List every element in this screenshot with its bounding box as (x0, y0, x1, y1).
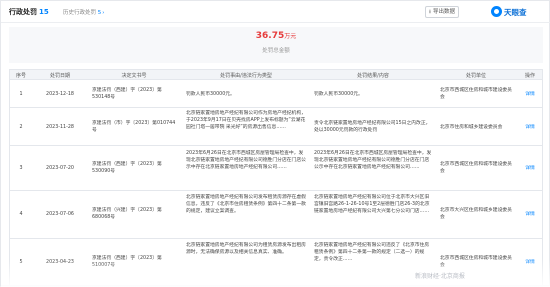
row-detail-link[interactable]: 详情 (516, 211, 542, 218)
history-count: 5 (97, 10, 102, 16)
row-result: 罚款人民币30000元。 (314, 92, 363, 97)
col-authority: 处罚单位 (465, 73, 486, 79)
row-doc-no: 京建法罚（西建）字〔2023〕第530148号 (92, 88, 162, 100)
row-detail-link[interactable]: 详情 (516, 124, 542, 131)
row-date: 2023-12-18 (46, 92, 74, 97)
bottom-fade (1, 259, 550, 287)
col-date: 处罚日期 (49, 73, 70, 79)
row-index: 4 (19, 212, 23, 217)
penalty-count: 15 (39, 8, 49, 16)
col-reason: 处罚事由/违法行为类型 (220, 73, 272, 79)
col-doc-no: 决定文书号 (121, 73, 147, 79)
row-result: 责令北京链家置地房地产经纪有限公司15日之内改正，处以30000元罚款的行政处罚 (314, 121, 431, 133)
row-index: 1 (19, 92, 23, 97)
row-authority: 北京市大兴区住房和城乡建设委员会 (440, 208, 512, 220)
table-header: 序号 处罚日期 决定文书号 处罚事由/违法行为类型 处罚结果/内容 处罚单位 操… (9, 69, 543, 80)
row-date: 2023-07-06 (46, 212, 74, 217)
row-doc-no: 京建法罚（西建）字〔2023〕第530090号 (92, 162, 162, 174)
total-amount: 36.75万元 (255, 31, 297, 41)
row-detail-link[interactable]: 详情 (516, 91, 542, 98)
history-penalty-link[interactable]: 历史行政处罚 5› (63, 8, 104, 16)
col-result: 处罚结果/内容 (357, 73, 389, 79)
penalty-summary: 36.75万元 处罚总金额 (9, 27, 543, 63)
table-row: 4 2023-07-06 京建法罚（兴建）字〔2023〕第680068号 北京链… (9, 191, 543, 239)
col-action: 操作 (524, 73, 535, 79)
row-reason: 北京链家置地房地产经纪有限公司作为房地产经纪机构，于2023年9月17日在贝壳找… (186, 111, 306, 130)
row-reason: 2023年6月26日在北京市西城区房屋管理局检查中，发现北京链家置地房地产经纪有… (186, 151, 306, 170)
row-reason: 罚款人民币30000元。 (186, 92, 235, 97)
row-authority: 北京市西城区住房和城市建设委员会 (440, 88, 512, 100)
col-index: 序号 (15, 73, 26, 79)
row-result: 2023年6月26日在北京市西城区房屋管理局检查中，发现北京链家置地房地产经纪有… (314, 151, 432, 170)
row-doc-no: 京建法罚（市）字〔2023〕第010744号 (92, 121, 176, 133)
row-doc-no: 京建法罚（兴建）字〔2023〕第680068号 (92, 208, 162, 220)
row-index: 2 (19, 125, 23, 130)
row-authority: 北京市西城区住房和城市建设委员会 (440, 162, 512, 174)
logo-mark-icon (491, 6, 502, 17)
watermark: 新浪财经·北京商报 (415, 273, 465, 280)
table-row: 3 2023-07-20 京建法罚（西建）字〔2023〕第530090号 202… (9, 146, 543, 191)
row-authority: 北京市住房和城乡建设委员会 (440, 125, 503, 130)
total-amount-label: 处罚总金额 (262, 48, 290, 54)
row-result: 北京链家置地房地产经纪有限公司位于北京市大兴区旧宫镇旧宫路26-1-26-10号… (314, 195, 430, 214)
tianyancha-logo: 天眼查 (491, 6, 545, 18)
panel-header: 行政处罚 15 历史行政处罚 5› ⭳ 导出数据 天眼查 (1, 1, 550, 23)
row-index: 3 (19, 166, 23, 171)
row-reason: 北京链家置地房地产经纪有限公司发布租赁房源存在虚假信息，违反了《北京市住房租赁条… (186, 195, 306, 214)
section-title: 行政处罚 15 (9, 8, 49, 16)
table-row: 1 2023-12-18 京建法罚（西建）字〔2023〕第530148号 罚款人… (9, 80, 543, 108)
chevron-right-icon: › (102, 10, 105, 16)
row-detail-link[interactable]: 详情 (516, 165, 542, 172)
download-icon: ⭳ (429, 9, 431, 15)
row-date: 2023-11-28 (46, 125, 74, 130)
penalty-panel: 行政处罚 15 历史行政处罚 5› ⭳ 导出数据 天眼查 36.75万元 处罚总金额… (0, 0, 550, 287)
row-date: 2023-07-20 (46, 166, 74, 171)
export-data-button[interactable]: ⭳ 导出数据 (425, 6, 459, 18)
table-row: 2 2023-11-28 京建法罚（市）字〔2023〕第010744号 北京链家… (9, 108, 543, 146)
